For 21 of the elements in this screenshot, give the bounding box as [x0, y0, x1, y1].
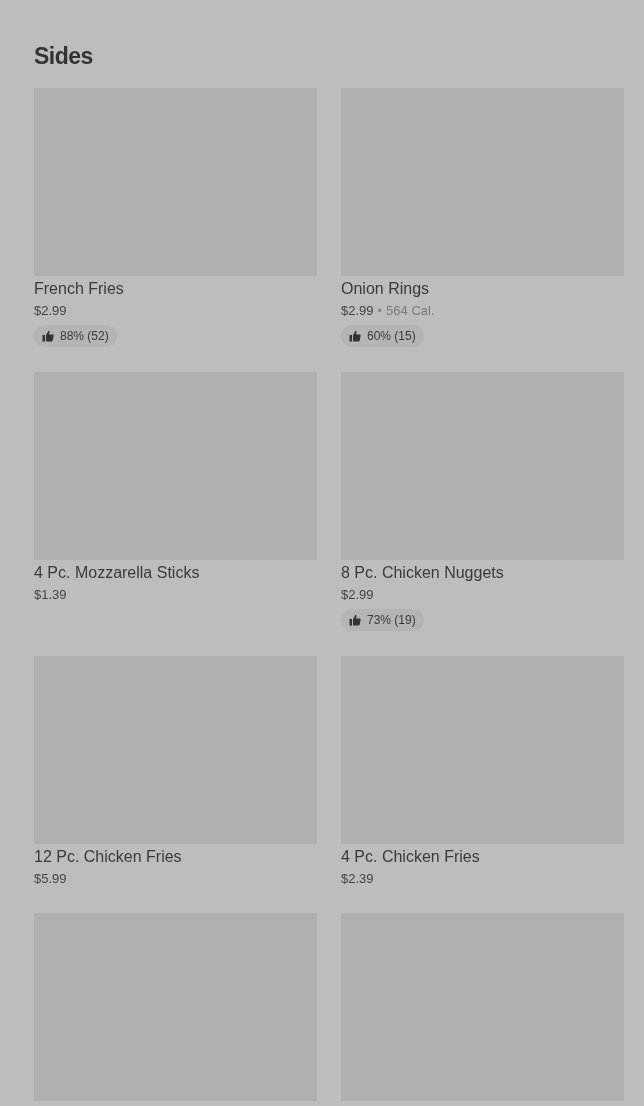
item-price: $2.99	[341, 302, 374, 320]
thumbs-up-icon	[42, 330, 54, 342]
separator-dot: •	[377, 302, 383, 320]
item-calories: 564 Cal.	[386, 302, 435, 320]
thumbs-up-icon	[349, 614, 361, 626]
item-price: $5.99	[34, 870, 67, 888]
item-name[interactable]: 8 Pc. Chicken Nuggets	[341, 563, 624, 583]
item-name[interactable]: 12 Pc. Chicken Fries	[34, 847, 317, 867]
item-price: $2.99	[341, 586, 374, 604]
item-price: $1.39	[34, 586, 67, 604]
rating-badge: 73% (19)	[341, 609, 424, 631]
item-name[interactable]: Onion Rings	[341, 279, 624, 299]
item-price: $2.99	[34, 302, 67, 320]
thumbs-up-icon	[349, 330, 361, 342]
section-title: Sides	[34, 42, 94, 71]
rating-badge: 88% (52)	[34, 325, 117, 347]
item-name[interactable]: 4 Pc. Chicken Fries	[341, 847, 624, 867]
item-price: $2.39	[341, 870, 374, 888]
item-name[interactable]: French Fries	[34, 279, 317, 299]
rating-badge: 60% (15)	[341, 325, 424, 347]
item-name[interactable]: 4 Pc. Mozzarella Sticks	[34, 563, 317, 583]
